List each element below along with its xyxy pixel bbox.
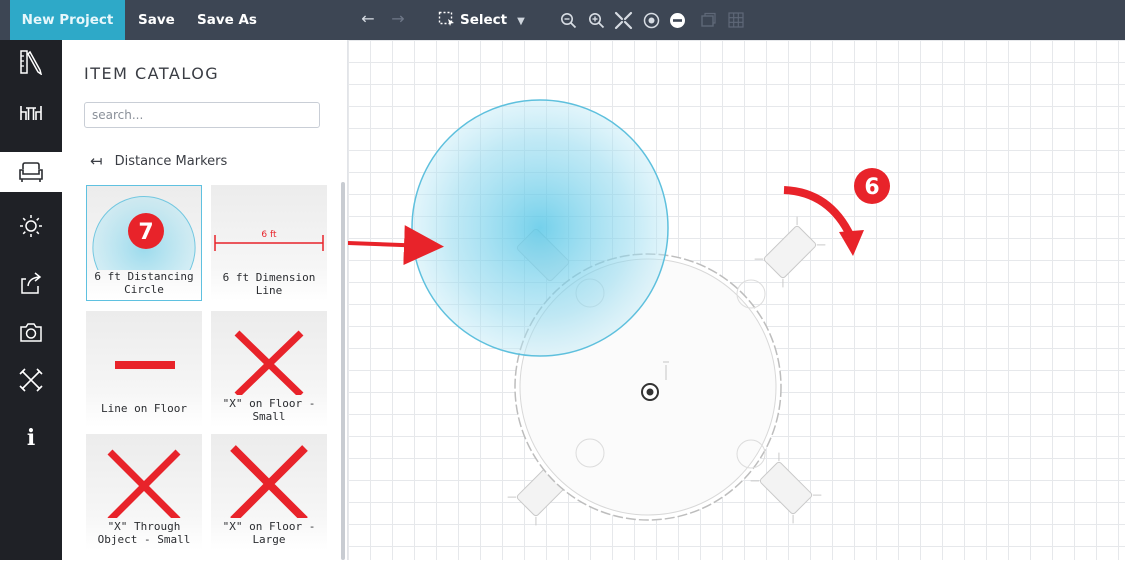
table-chairs-icon: [20, 106, 42, 120]
catalog-scrollbar[interactable]: [341, 182, 345, 560]
fit-icon[interactable]: [614, 11, 633, 30]
lighting-tool-button[interactable]: [10, 206, 52, 246]
x-mark-icon: [234, 330, 304, 395]
select-label: Select: [460, 12, 508, 28]
category-back-link[interactable]: ↤ Distance Markers: [90, 152, 227, 170]
catalog-tool-button[interactable]: [0, 152, 62, 192]
item-label: 6 ft Distancing Circle: [94, 270, 194, 296]
item-label: "X" on Floor - Large: [222, 520, 316, 546]
item-label: 6 ft Dimension Line: [222, 271, 316, 297]
rotate-arrow-head: [839, 230, 864, 256]
x-mark-icon: [107, 449, 181, 518]
top-toolbar: New Project Save Save As ← → Select ▼: [0, 0, 1125, 40]
distancing-circle-on-canvas[interactable]: [411, 99, 669, 357]
x-mark-icon: [230, 445, 308, 518]
chevron-down-icon: ▼: [517, 16, 525, 27]
item-label: "X" Through Object - Small: [97, 520, 191, 546]
new-project-button[interactable]: New Project: [10, 0, 125, 40]
item-label: Line on Floor: [100, 402, 188, 415]
save-as-button[interactable]: Save As: [197, 0, 257, 40]
sofa-icon: [19, 162, 43, 182]
catalog-item-x-floor-small[interactable]: "X" on Floor - Small: [211, 311, 327, 427]
step-badge-6-text: 6: [864, 175, 879, 200]
ruler-pencil-icon: [20, 50, 43, 75]
tool-rail: i: [0, 40, 62, 560]
dimension-line-thumb-text: 6 ft: [261, 230, 277, 240]
search-input[interactable]: [84, 102, 320, 128]
minus-circle-icon[interactable]: [669, 12, 686, 29]
sun-icon: [20, 215, 42, 237]
export-icon: [21, 272, 42, 294]
undo-icon[interactable]: ←: [358, 9, 378, 29]
catalog-item-x-through-object[interactable]: "X" Through Object - Small: [86, 434, 202, 550]
category-label: Distance Markers: [114, 153, 228, 169]
step-badge-7-overlay: 7: [128, 213, 164, 249]
export-tool-button[interactable]: [10, 262, 52, 302]
step-badge-7-text: 7: [138, 220, 153, 245]
dimension-line-thumbnail: 6 ft: [214, 230, 324, 251]
save-button[interactable]: Save: [138, 0, 175, 40]
camera-icon: [20, 323, 42, 342]
catalog-item-x-floor-large[interactable]: "X" on Floor - Large: [211, 434, 327, 550]
select-tool-dropdown[interactable]: Select ▼: [438, 0, 525, 40]
draw-tool-button[interactable]: [10, 42, 52, 82]
canvas-scene: 6: [348, 99, 890, 526]
panel-title: ITEM CATALOG: [84, 64, 220, 83]
grid-icon[interactable]: [728, 12, 744, 28]
camera-tool-button[interactable]: [10, 312, 52, 352]
catalog-item-dimension-line[interactable]: 6 ft 6 ft Dimension Line: [211, 185, 327, 301]
select-icon: [438, 11, 454, 26]
item-catalog-panel: ITEM CATALOG ↤ Distance Markers 6 ft Dis…: [62, 40, 348, 560]
info-button[interactable]: i: [10, 418, 52, 458]
catalog-item-line-on-floor[interactable]: Line on Floor: [86, 311, 202, 427]
layer-icon[interactable]: [700, 12, 716, 28]
zoom-in-icon[interactable]: [588, 12, 605, 29]
redo-icon[interactable]: →: [388, 9, 408, 29]
settings-tool-button[interactable]: [10, 360, 52, 400]
chair-top-right[interactable]: [754, 216, 826, 288]
line-on-floor-thumbnail: [115, 361, 175, 369]
arrow-left-icon: ↤: [90, 152, 103, 170]
center-icon[interactable]: [643, 12, 660, 29]
furniture-tool-button[interactable]: [10, 90, 52, 130]
info-icon: i: [26, 425, 36, 451]
tools-icon: [19, 368, 43, 392]
zoom-out-icon[interactable]: [560, 12, 577, 29]
item-label: "X" on Floor - Small: [222, 397, 316, 423]
